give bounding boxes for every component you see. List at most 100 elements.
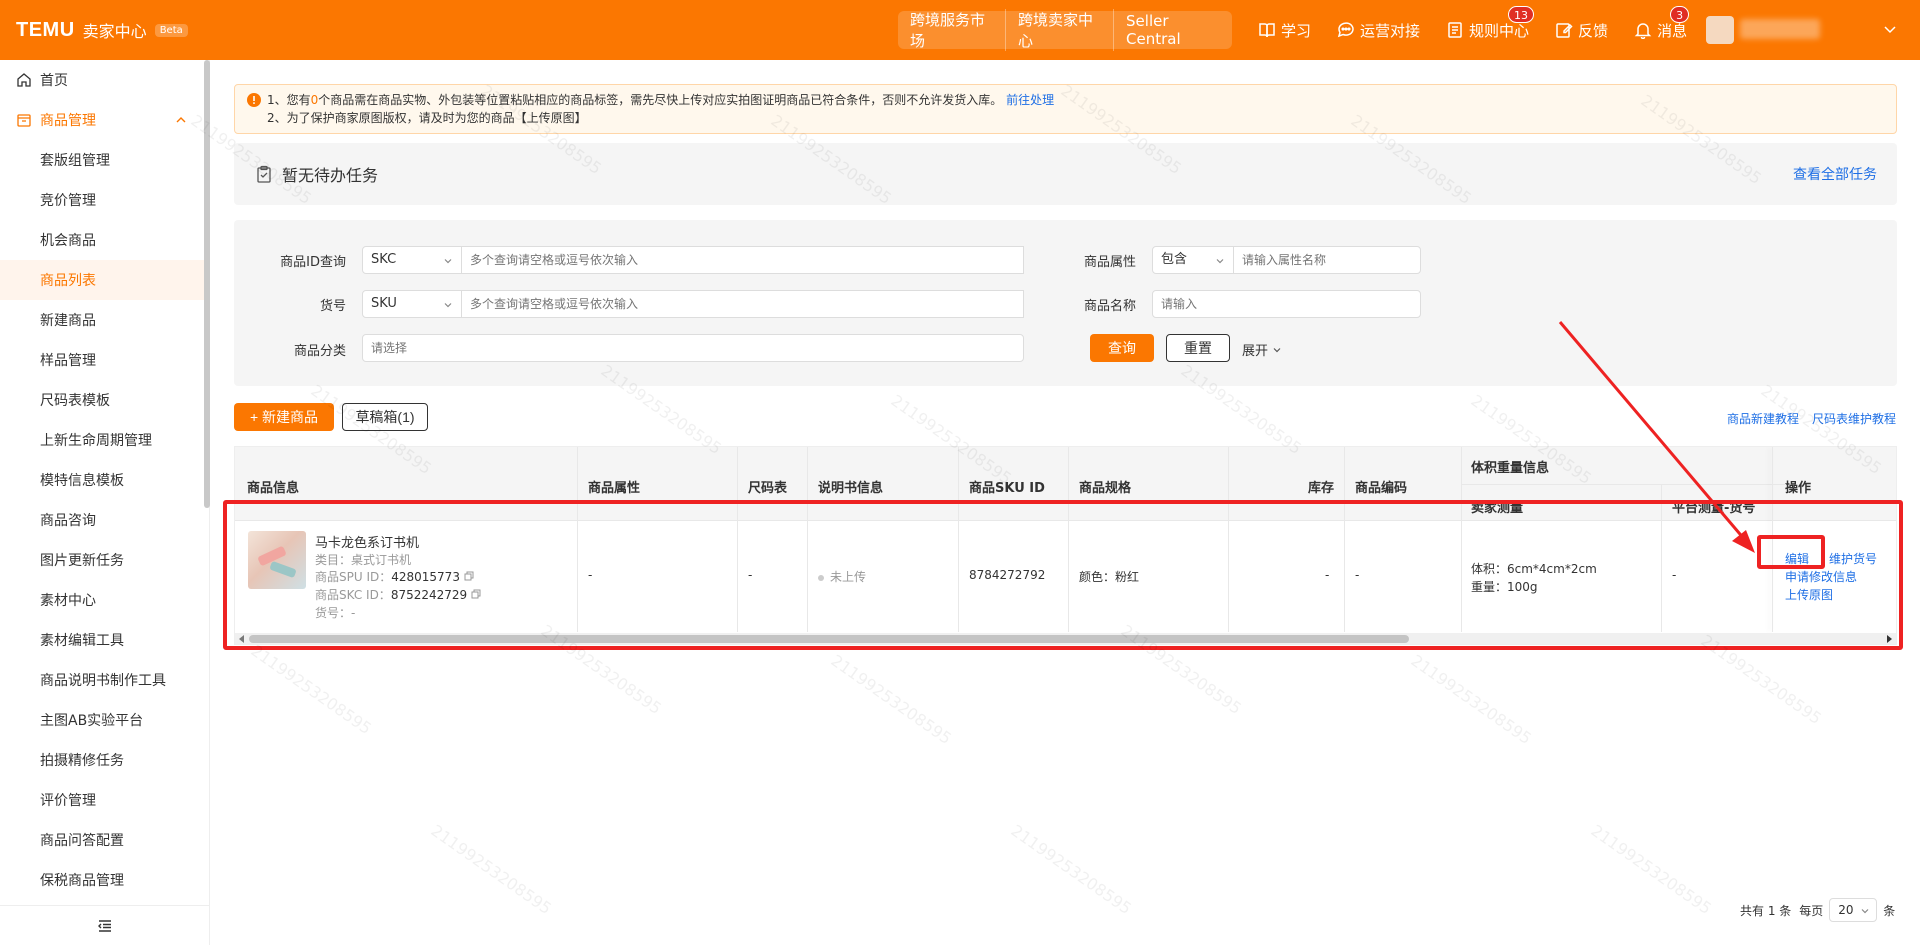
nav-feedback[interactable]: 反馈	[1555, 20, 1608, 41]
rules-badge: 13	[1508, 5, 1535, 23]
goods-no-type-select[interactable]: SKU	[362, 290, 462, 318]
logo-subtitle: 卖家中心	[82, 22, 147, 41]
todo-title: 暂无待办任务	[282, 166, 379, 185]
col-stock: 库存	[1308, 481, 1335, 496]
chevron-down-icon[interactable]	[1883, 22, 1897, 36]
col-product-info: 商品信息	[247, 481, 300, 496]
product-name-label: 商品名称	[1083, 299, 1136, 314]
chevron-down-icon	[1861, 909, 1869, 914]
sidebar-item-lifecycle[interactable]: 上新生命周期管理	[0, 420, 209, 460]
watermark-text: 21199253208595	[1407, 650, 1536, 749]
new-product-button[interactable]: + 新建商品	[234, 403, 334, 431]
sidebar-item-product-list[interactable]: 商品列表	[0, 260, 210, 300]
link-service-market[interactable]: 跨境服务市场	[898, 9, 1007, 51]
sidebar-item-material-center[interactable]: 素材中心	[0, 580, 209, 620]
chevron-up-icon	[176, 117, 186, 123]
col-code: 商品编码	[1355, 481, 1408, 496]
nav-rules[interactable]: 规则中心 13	[1446, 5, 1535, 41]
sidebar-group-product-management[interactable]: 商品管理	[0, 100, 209, 140]
sidebar-item-size-chart[interactable]: 尺码表模板	[0, 380, 209, 420]
chevron-down-icon	[444, 259, 452, 264]
bell-icon	[1634, 23, 1652, 39]
product-id-label: 商品ID查询	[280, 255, 346, 270]
chevron-down-icon	[1273, 348, 1281, 353]
book-icon	[1259, 23, 1275, 38]
sidebar-item-home[interactable]: 首页	[0, 60, 209, 100]
top-links-group: 跨境服务市场 跨境卖家中心 Seller Central	[898, 9, 1232, 51]
sidebar-item-manual-tool[interactable]: 商品说明书制作工具	[0, 660, 209, 700]
product-id-input[interactable]	[461, 246, 1024, 274]
col-spec: 商品规格	[1079, 481, 1132, 496]
watermark-text: 21199253208595	[1007, 820, 1136, 919]
link-seller-center[interactable]: 跨境卖家中心	[1006, 9, 1115, 51]
watermark-text: 21199253208595	[827, 650, 956, 749]
beta-badge: Beta	[154, 23, 188, 37]
drafts-button[interactable]: 草稿箱(1)	[342, 403, 428, 431]
chevron-down-icon	[444, 303, 452, 308]
todo-panel: 暂无待办任务 查看全部任务	[234, 143, 1897, 205]
sidebar-item-opportunity[interactable]: 机会商品	[0, 220, 209, 260]
col-attributes: 商品属性	[588, 481, 641, 496]
sidebar-scrollbar[interactable]	[204, 60, 210, 508]
annotation-row-highlight	[223, 500, 1903, 650]
total-count: 共有 1 条	[1740, 903, 1792, 918]
sidebar-item-ab-test[interactable]: 主图AB实验平台	[0, 700, 209, 740]
sidebar-item-model-template[interactable]: 模特信息模板	[0, 460, 209, 500]
temu-logo[interactable]: TEMU	[16, 19, 75, 42]
reset-button[interactable]: 重置	[1166, 334, 1230, 362]
attribute-type-select[interactable]: 包含	[1152, 246, 1234, 274]
product-name-input[interactable]	[1152, 290, 1421, 318]
notice-go-handle-link[interactable]: 前往处理	[1006, 93, 1054, 107]
col-operations: 操作	[1785, 481, 1812, 496]
attribute-input[interactable]	[1233, 246, 1421, 274]
collapse-menu-icon[interactable]	[97, 918, 113, 934]
view-all-tasks-link[interactable]: 查看全部任务	[1793, 164, 1877, 184]
sidebar: 首页 商品管理 套版组管理 竞价管理 机会商品 商品列表 新建商品 样品管理 尺…	[0, 60, 210, 945]
sidebar-item-qa-config[interactable]: 商品问答配置	[0, 820, 209, 860]
top-nav: 学习 运营对接 规则中心 13 反馈 消息 3	[1258, 0, 1713, 60]
document-icon	[1448, 22, 1462, 38]
category-label: 商品分类	[293, 344, 346, 359]
nav-ops[interactable]: 运营对接	[1337, 20, 1420, 41]
sidebar-item-bonded[interactable]: 保税商品管理	[0, 860, 209, 900]
per-page-unit: 条	[1883, 903, 1896, 918]
sidebar-item-template-group[interactable]: 套版组管理	[0, 140, 209, 180]
sidebar-footer	[0, 905, 210, 945]
chevron-down-icon	[1216, 259, 1224, 264]
account-name-blurred[interactable]	[1740, 19, 1820, 39]
col-sku-id: 商品SKU ID	[969, 481, 1045, 496]
messages-badge: 3	[1670, 5, 1690, 23]
avatar[interactable]	[1706, 16, 1734, 44]
chat-icon	[1337, 22, 1354, 38]
goods-no-input[interactable]	[461, 290, 1024, 318]
warning-icon	[247, 93, 261, 107]
sidebar-item-bidding[interactable]: 竞价管理	[0, 180, 209, 220]
link-seller-central[interactable]: Seller Central	[1114, 12, 1232, 48]
sidebar-item-samples[interactable]: 样品管理	[0, 340, 209, 380]
category-select[interactable]	[362, 334, 1024, 362]
sidebar-item-retouch[interactable]: 拍摄精修任务	[0, 740, 209, 780]
notice-line-1: 1、您有0个商品需在商品实物、外包装等位置粘贴相应的商品标签，需先尽快上传对应实…	[267, 93, 1055, 107]
attribute-label: 商品属性	[1083, 255, 1136, 270]
col-size-chart: 尺码表	[748, 481, 788, 496]
home-icon	[17, 73, 31, 87]
annotation-edit-highlight	[1757, 535, 1825, 569]
nav-learn[interactable]: 学习	[1258, 20, 1311, 41]
filter-panel: 商品ID查询 SKC 货号 SKU 商品分类 商品属性 包含 商品名称 查询 重…	[234, 220, 1897, 386]
top-bar: TEMU 卖家中心 Beta 跨境服务市场 跨境卖家中心 Seller Cent…	[0, 0, 1920, 60]
watermark-text: 21199253208595	[247, 640, 376, 739]
sidebar-item-inquiries[interactable]: 商品咨询	[0, 500, 209, 540]
sidebar-item-image-tasks[interactable]: 图片更新任务	[0, 540, 209, 580]
header-subdivider	[1461, 484, 1786, 485]
expand-toggle[interactable]: 展开	[1242, 340, 1282, 359]
nav-messages[interactable]: 消息 3	[1634, 5, 1690, 41]
query-button[interactable]: 查询	[1090, 334, 1154, 362]
sidebar-item-new-product[interactable]: 新建商品	[0, 300, 209, 340]
new-product-tutorial-link[interactable]: 商品新建教程	[1727, 410, 1799, 427]
product-id-type-select[interactable]: SKC	[362, 246, 462, 274]
edit-icon	[1556, 23, 1573, 38]
sidebar-item-material-editor[interactable]: 素材编辑工具	[0, 620, 209, 660]
size-chart-tutorial-link[interactable]: 尺码表维护教程	[1812, 410, 1896, 427]
page-size-select[interactable]: 20	[1829, 898, 1878, 922]
sidebar-item-reviews[interactable]: 评价管理	[0, 780, 209, 820]
